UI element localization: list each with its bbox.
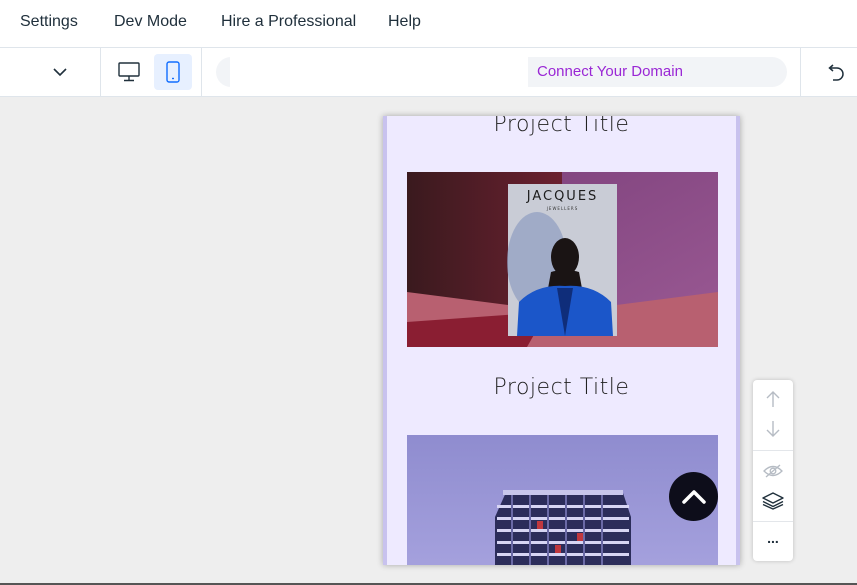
toolbar-divider: [100, 48, 101, 96]
toolbar-divider: [800, 48, 801, 96]
magazine-title-text: JACQUES: [526, 189, 599, 204]
chevron-up-icon: [681, 489, 706, 504]
mobile-view-button[interactable]: [154, 54, 192, 90]
menu-dev-mode[interactable]: Dev Mode: [114, 13, 187, 31]
arrow-up-icon: [766, 391, 780, 407]
page-dropdown-button[interactable]: [44, 60, 76, 84]
menu-settings[interactable]: Settings: [20, 13, 78, 31]
layers-button[interactable]: [753, 486, 793, 516]
layers-icon: [762, 492, 784, 510]
chevron-down-icon: [53, 67, 67, 76]
undo-button[interactable]: [818, 60, 852, 86]
magazine-subtitle-text: JEWELLERS: [546, 206, 579, 211]
menu-hire-a-professional[interactable]: Hire a Professional: [221, 13, 356, 31]
more-icon: ...: [767, 530, 779, 546]
back-to-top-button[interactable]: [669, 472, 718, 521]
section-actions-panel: ...: [753, 380, 793, 561]
panel-divider: [753, 450, 793, 451]
eye-hidden-icon: [763, 464, 783, 478]
canvas-right-border: [736, 116, 740, 565]
mobile-icon: [166, 61, 180, 83]
menu-help[interactable]: Help: [388, 13, 421, 31]
move-down-button[interactable]: [753, 414, 793, 444]
editor-toolbar: Connect Your Domain: [0, 48, 857, 97]
toolbar-divider: [201, 48, 202, 96]
hide-section-button[interactable]: [753, 456, 793, 486]
project-image[interactable]: JACQUES JEWELLERS: [407, 172, 718, 347]
arrow-down-icon: [766, 421, 780, 437]
desktop-icon: [118, 62, 140, 82]
project-title[interactable]: Project Title: [383, 116, 740, 137]
canvas-left-border: [383, 116, 387, 565]
more-actions-button[interactable]: ...: [753, 526, 793, 556]
desktop-view-button[interactable]: [110, 54, 148, 90]
panel-divider: [753, 521, 793, 522]
undo-icon: [828, 64, 844, 81]
connect-domain-link[interactable]: Connect Your Domain: [537, 63, 683, 80]
project-title[interactable]: Project Title: [383, 375, 740, 400]
move-up-button[interactable]: [753, 384, 793, 414]
site-address-bar[interactable]: Connect Your Domain: [216, 57, 787, 87]
top-menu-bar: Settings Dev Mode Hire a Professional He…: [0, 0, 857, 48]
site-url-field[interactable]: [230, 57, 528, 87]
jacques-magazine-image: JACQUES JEWELLERS: [407, 172, 718, 347]
